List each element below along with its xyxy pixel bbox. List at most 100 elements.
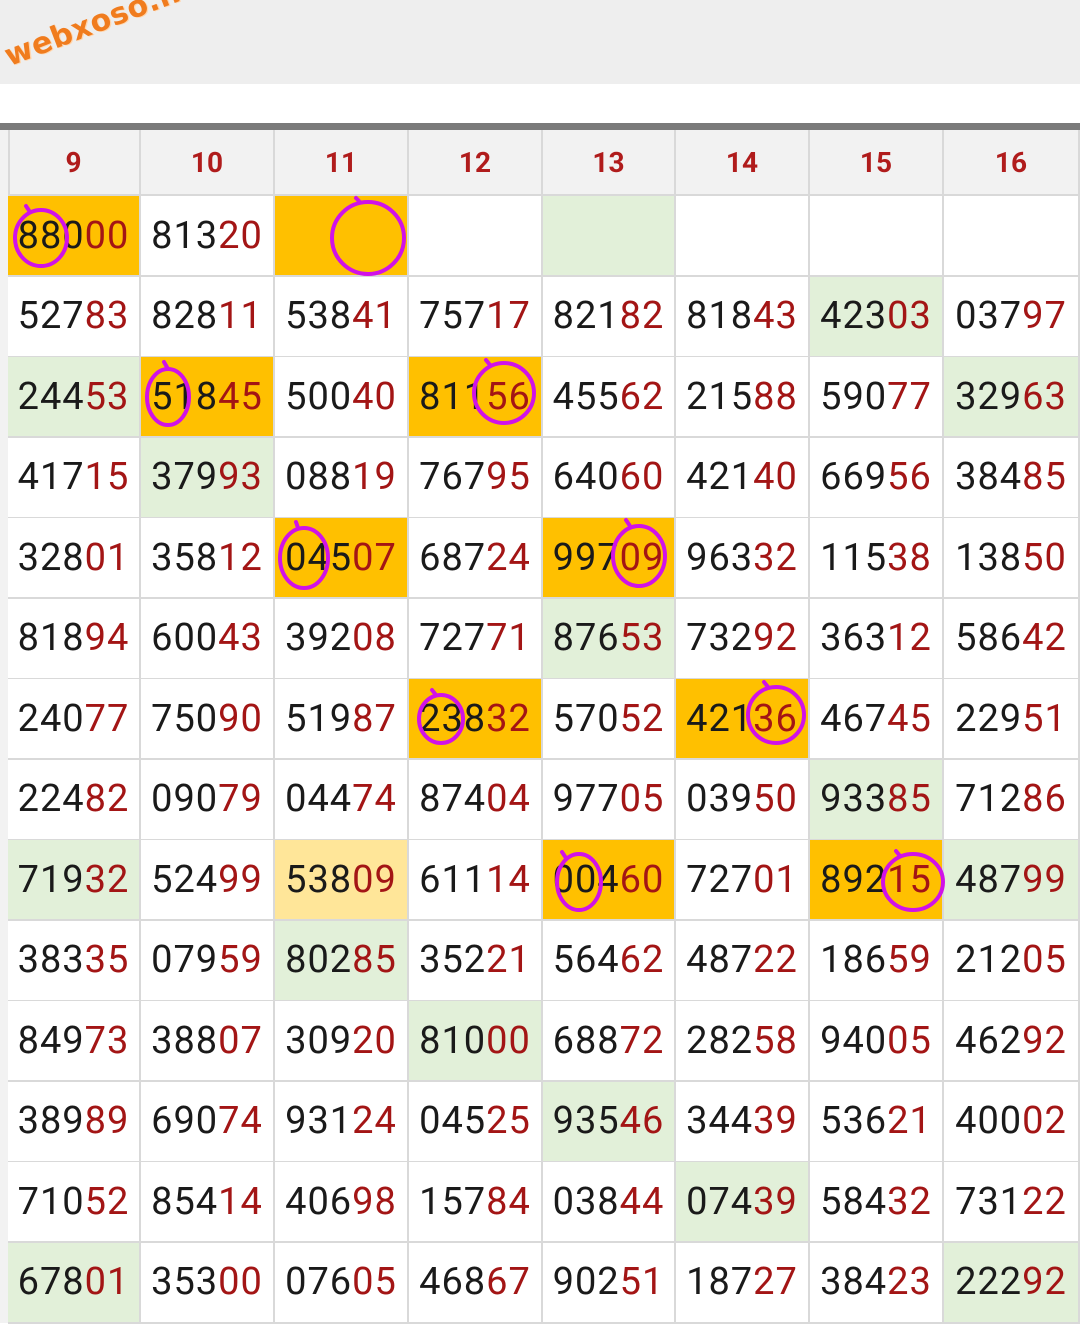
result-cell: 821 82 [543, 276, 676, 358]
number-suffix: 19 [352, 455, 397, 499]
result-cell: 727 71 [409, 598, 543, 680]
number-prefix: 039 [686, 777, 754, 821]
number-suffix: 94 [84, 616, 130, 660]
number-suffix: 60 [619, 857, 665, 902]
number-prefix: 090 [151, 777, 219, 821]
result-cell: 467 45 [810, 679, 944, 760]
result-cell: 212 05 [944, 920, 1080, 1002]
result-cell: 811 56 [409, 357, 543, 438]
number-prefix: 406 [285, 1179, 353, 1224]
number-prefix: 244 [17, 374, 85, 419]
result-cell: 849 73 [8, 1001, 141, 1082]
number-prefix: 977 [552, 777, 620, 821]
column-header: 9 [8, 130, 141, 196]
result-cell: 997 09 [543, 518, 676, 599]
result-cell: 421 40 [676, 437, 810, 519]
number-suffix: 00 [218, 1260, 263, 1304]
result-cell: 344 39 [676, 1081, 810, 1163]
number-prefix: 767 [419, 455, 487, 499]
number-prefix: 880 [17, 213, 85, 258]
result-cell: 039 50 [676, 759, 810, 841]
number-suffix: 84 [486, 1179, 531, 1224]
number-prefix: 802 [285, 938, 353, 982]
number-prefix: 079 [151, 938, 219, 982]
result-cell: 524 99 [141, 840, 275, 921]
number-suffix: 99 [1022, 857, 1067, 902]
number-suffix: 92 [1022, 1018, 1067, 1063]
number-prefix: 818 [17, 616, 85, 660]
number-prefix: 400 [955, 1099, 1023, 1143]
result-cell [810, 196, 944, 277]
number-prefix: 138 [955, 535, 1023, 580]
number-prefix: 389 [17, 1099, 85, 1143]
number-prefix: 518 [151, 374, 219, 419]
result-cell: 519 87 [275, 679, 409, 760]
result-cell: 757 17 [409, 276, 543, 358]
result-cell: 536 21 [810, 1081, 944, 1163]
number-suffix: 42 [1022, 616, 1067, 660]
number-suffix: 23 [887, 1260, 932, 1304]
result-cell: 045 25 [409, 1081, 543, 1163]
result-cell: 044 74 [275, 759, 409, 841]
number-prefix: 688 [552, 1018, 620, 1063]
number-prefix: 935 [552, 1099, 620, 1143]
result-cell: 538 41 [275, 276, 409, 358]
result-cell: 931 24 [275, 1081, 409, 1163]
result-cell: 462 92 [944, 1001, 1080, 1082]
column-header: 10 [141, 130, 275, 196]
number-prefix: 678 [17, 1260, 85, 1304]
number-prefix: 004 [552, 857, 620, 902]
number-suffix: 36 [753, 696, 798, 741]
number-prefix: 727 [419, 616, 487, 660]
number-prefix: 187 [686, 1260, 754, 1304]
number-prefix: 811 [419, 374, 487, 419]
result-cell: 379 93 [141, 437, 275, 519]
result-cell: 138 50 [944, 518, 1080, 599]
result-cell: 611 14 [409, 840, 543, 921]
result-cell: 363 12 [810, 598, 944, 680]
number-suffix: 87 [352, 696, 397, 741]
number-suffix: 24 [486, 535, 531, 580]
number-suffix: 85 [887, 777, 932, 821]
number-suffix: 01 [84, 535, 130, 580]
number-prefix: 383 [17, 938, 85, 982]
result-cell: 810 00 [409, 1001, 543, 1082]
result-cell: 570 52 [543, 679, 676, 760]
result-cell: 383 35 [8, 920, 141, 1002]
number-suffix: 38 [887, 535, 932, 580]
number-suffix: 15 [84, 455, 130, 499]
result-cell: 329 63 [944, 357, 1080, 438]
number-prefix: 538 [285, 294, 353, 338]
result-cell: 640 60 [543, 437, 676, 519]
number-suffix: 22 [1022, 1179, 1067, 1224]
result-cell: 874 04 [409, 759, 543, 841]
result-cell: 518 45 [141, 357, 275, 438]
number-suffix: 32 [486, 696, 531, 741]
result-cell: 818 94 [8, 598, 141, 680]
number-prefix: 570 [552, 696, 620, 741]
number-prefix: 115 [820, 535, 888, 580]
number-suffix: 05 [887, 1018, 932, 1063]
number-suffix: 27 [753, 1260, 798, 1304]
result-cell: 933 85 [810, 759, 944, 841]
number-prefix: 455 [552, 374, 620, 419]
result-cell: 282 58 [676, 1001, 810, 1082]
result-cell: 423 03 [810, 276, 944, 358]
result-cell: 076 05 [275, 1242, 409, 1324]
number-suffix: 05 [1022, 938, 1067, 982]
result-cell: 767 95 [409, 437, 543, 519]
result-cell: 935 46 [543, 1081, 676, 1163]
number-suffix: 67 [486, 1260, 531, 1304]
number-suffix: 35 [84, 938, 130, 982]
number-suffix: 77 [84, 696, 130, 741]
number-suffix: 32 [753, 535, 798, 580]
number-suffix: 46 [619, 1099, 665, 1143]
number-suffix: 92 [1022, 1260, 1067, 1304]
number-suffix: 77 [887, 374, 932, 419]
number-prefix: 757 [419, 294, 487, 338]
number-prefix: 750 [151, 696, 219, 741]
number-suffix: 11 [218, 294, 263, 338]
number-prefix: 329 [955, 374, 1023, 419]
result-cell: 384 23 [810, 1242, 944, 1324]
number-suffix: 39 [753, 1099, 798, 1143]
